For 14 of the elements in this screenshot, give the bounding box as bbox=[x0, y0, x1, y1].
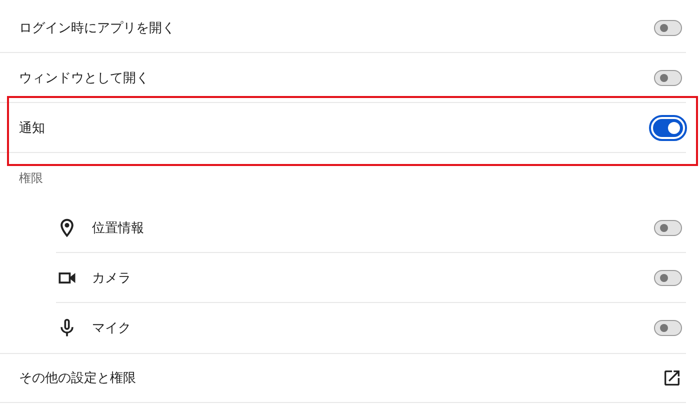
external-link-icon[interactable] bbox=[662, 368, 682, 388]
toggle-switch[interactable] bbox=[654, 220, 682, 236]
setting-label: ウィンドウとして開く bbox=[19, 70, 150, 86]
setting-label: 通知 bbox=[19, 120, 46, 136]
section-heading: 権限 bbox=[19, 170, 43, 186]
toggle-switch[interactable] bbox=[654, 20, 682, 36]
toggle-switch[interactable] bbox=[654, 270, 682, 286]
setting-label: ログイン時にアプリを開く bbox=[19, 20, 176, 36]
settings-link[interactable]: その他の設定と権限 bbox=[19, 369, 662, 387]
permission-label: カメラ bbox=[92, 270, 132, 286]
toggle-switch[interactable] bbox=[654, 70, 682, 86]
permission-label: 位置情報 bbox=[92, 220, 145, 236]
toggle-switch[interactable] bbox=[654, 320, 682, 336]
permission-label: マイク bbox=[92, 320, 132, 337]
